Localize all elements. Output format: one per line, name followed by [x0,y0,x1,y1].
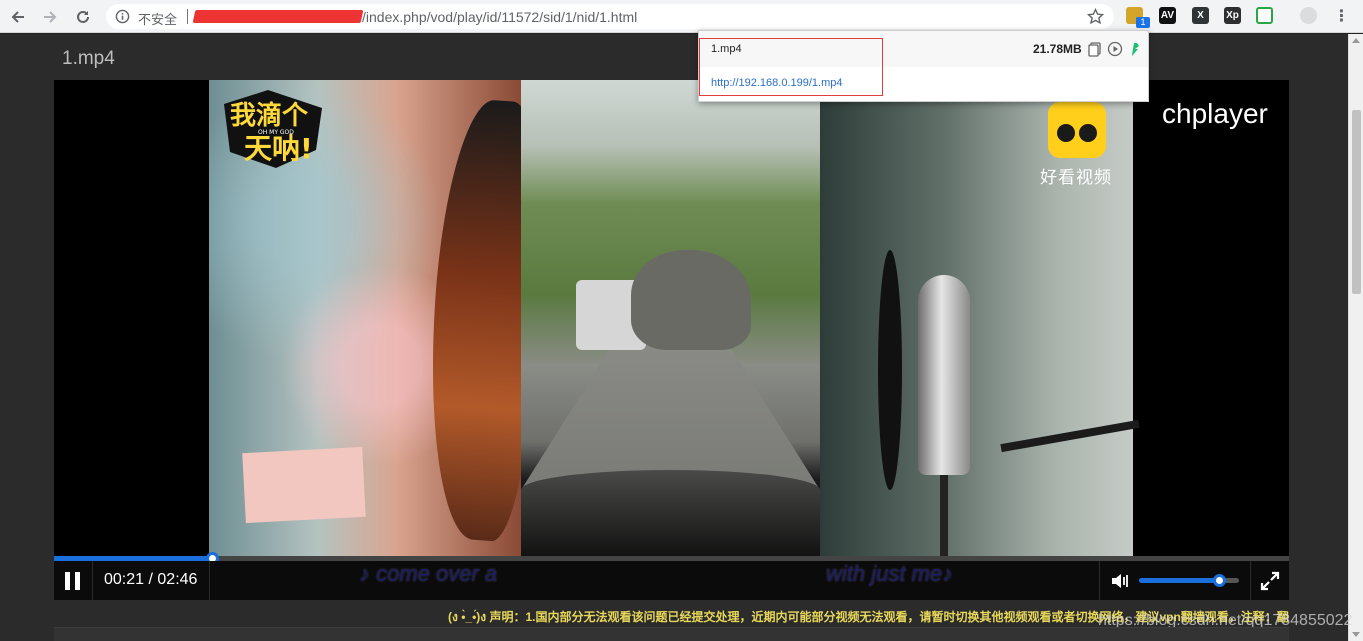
duration: 02:46 [157,571,198,588]
player-brand: chplayer [1162,98,1268,129]
browser-toolbar: 不安全 /index.php/vod/play/id/11572/sid/1/n… [0,0,1363,33]
popup-url-link[interactable]: http://192.168.0.199/1.mp4 [711,77,843,89]
next-section-bar [54,627,1289,641]
ohmygod-small-text: OH MY GOD [258,129,294,136]
address-bar[interactable]: 不安全 /index.php/vod/play/id/11572/sid/1/n… [106,4,1114,29]
pink-card [242,446,366,524]
control-bar: 00:21 / 02:46 ♪ come over a with just me… [54,561,1289,600]
scroll-down-arrow[interactable] [1352,632,1360,637]
play-circle-icon[interactable] [1107,41,1123,57]
control-separator [1099,561,1100,600]
reload-button[interactable] [71,5,95,29]
av-extension-icon[interactable]: AV [1159,7,1176,24]
x-extension-icon[interactable]: X [1192,7,1209,24]
bookmark-star-icon[interactable] [1087,8,1104,25]
address-separator [187,9,188,24]
popup-filename: 1.mp4 [711,43,742,55]
tv-extension-icon[interactable] [1256,7,1273,24]
subtitle-left: ♪ come over a [359,561,498,586]
volume-slider[interactable] [1139,574,1239,587]
volume-fill [1139,578,1219,583]
pop-filter-shape [878,250,902,490]
control-separator [92,561,93,600]
arrow-right-icon [44,11,57,23]
pause-icon-bar-right [75,572,80,590]
microphone-shape [918,275,970,475]
xp-extension-icon[interactable]: Xp [1224,7,1241,24]
menu-kebab-icon[interactable]: ⋮ [1333,7,1350,25]
volume-handle[interactable] [1213,574,1226,587]
dashboard-shape [521,470,820,556]
time-separator: / [144,571,158,588]
haokan-logo-icon [1048,102,1106,158]
download-popup: 1.mp4 21.78MB http://192.168.0.199/1.mp4 [698,30,1149,102]
page-scrollbar[interactable] [1348,34,1363,641]
ohmygod-sticker: 我滴个 天呐! OH MY GOD [224,90,322,168]
page-title: 1.mp4 [62,48,115,69]
haokan-eye-right [1079,124,1097,142]
fullscreen-icon[interactable] [1260,571,1280,591]
ohmygod-main-text: 我滴个 [230,100,309,131]
volume-icon[interactable] [1110,572,1130,590]
subtitle-right: with just me♪ [826,561,954,586]
ohmygod-sub-text: 天呐! [244,132,313,165]
redacted-host [192,10,364,23]
popup-filesize: 21.78MB [1033,42,1082,56]
profile-avatar[interactable] [1300,7,1317,24]
current-time: 00:21 [104,571,145,588]
haokan-eye-left [1057,124,1075,142]
security-label: 不安全 [138,12,178,27]
elephant-shape [631,250,751,350]
copy-icon[interactable] [1087,41,1103,57]
control-separator [209,561,210,600]
arrow-left-icon [11,11,24,23]
control-separator [1250,561,1251,600]
video-frame-middle [521,80,820,556]
mic-arm-shape [1000,419,1140,453]
mic-stand-shape [940,475,948,556]
pause-button[interactable] [64,572,82,590]
scroll-thumb[interactable] [1352,110,1361,294]
back-button[interactable] [6,5,30,29]
video-player[interactable]: 我滴个 天呐! OH MY GOD 好看视频 chplayer 00:21 / … [54,80,1289,600]
haokan-watermark: 好看视频 [1040,168,1112,187]
forward-button[interactable] [38,5,62,29]
scroll-up-arrow[interactable] [1352,38,1360,43]
info-icon[interactable] [115,9,130,24]
pause-icon-bar-left [65,572,70,590]
url-text[interactable]: /index.php/vod/play/id/11572/sid/1/nid/1… [362,9,637,25]
extension-badge: 1 [1136,17,1150,28]
download-arrow-icon[interactable] [1127,41,1143,57]
reload-icon [77,10,89,23]
time-display: 00:21 / 02:46 [104,571,197,589]
